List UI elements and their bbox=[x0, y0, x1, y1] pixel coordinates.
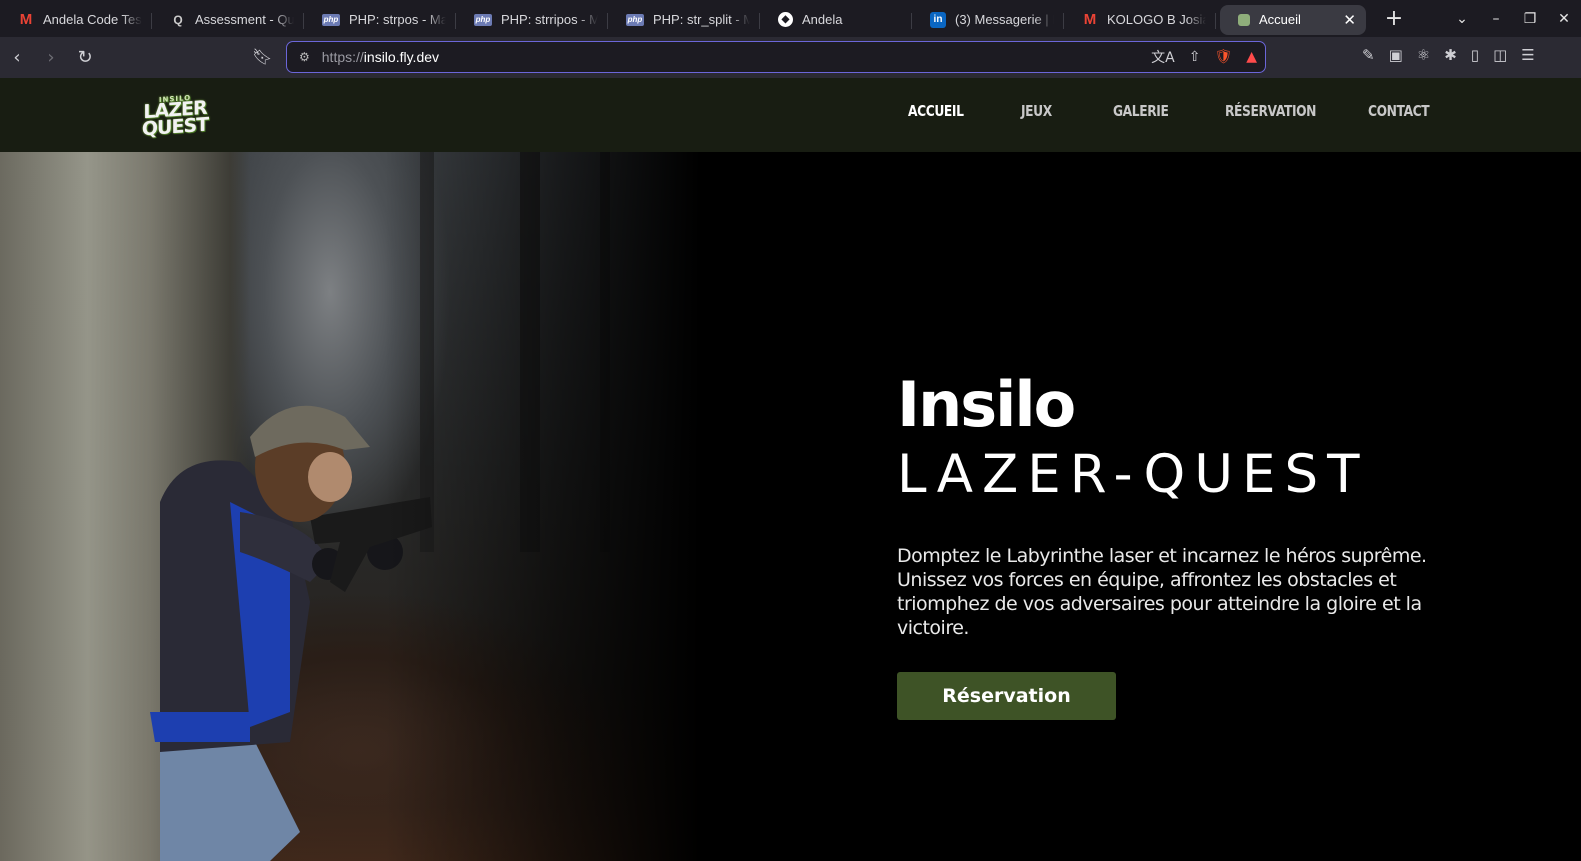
close-tab-icon[interactable]: ✕ bbox=[1343, 11, 1356, 29]
gmail-icon: M bbox=[19, 11, 33, 28]
site-info-icon[interactable]: ⚙ bbox=[299, 50, 310, 64]
tab-linkedin-messagerie[interactable]: in (3) Messagerie | Li bbox=[912, 5, 1064, 35]
tab-title: Andela bbox=[802, 12, 843, 27]
tab-accueil[interactable]: Accueil ✕ bbox=[1220, 4, 1366, 35]
andela-icon: ◆ bbox=[778, 12, 793, 27]
close-window-icon[interactable]: ✕ bbox=[1547, 11, 1581, 27]
tab-title: (3) Messagerie | Li bbox=[955, 12, 1054, 27]
hero-section: Insilo LAZER-QUEST Domptez le Labyrinthe… bbox=[0, 152, 1581, 861]
tab-title: Assessment - Qual bbox=[195, 12, 294, 27]
tab-php-strpos[interactable]: php PHP: strpos - Manu bbox=[304, 5, 456, 35]
browser-tab-strip: M Andela Code Test: Q Assessment - Qual … bbox=[0, 0, 1581, 37]
php-icon: php bbox=[474, 13, 492, 26]
extension-icon[interactable]: ▣ bbox=[1389, 46, 1403, 64]
new-tab-icon[interactable]: + bbox=[1384, 6, 1404, 31]
reload-icon[interactable]: ↻ bbox=[68, 47, 102, 68]
tab-php-str-split[interactable]: php PHP: str_split - Ma bbox=[608, 5, 760, 35]
url-text[interactable]: https://insilo.fly.dev bbox=[322, 49, 439, 65]
php-icon: php bbox=[322, 13, 340, 26]
reservation-button[interactable]: Réservation bbox=[897, 672, 1116, 721]
extensions-puzzle-icon[interactable]: ✱ bbox=[1444, 46, 1457, 64]
sidebar-icon[interactable]: ▯ bbox=[1471, 46, 1479, 64]
main-menu: ACCUEIL JEUX GALERIE RÉSERVATION CONTACT bbox=[908, 102, 1448, 120]
tab-title: PHP: strripos - Ma bbox=[501, 12, 598, 27]
site-favicon-icon bbox=[1238, 13, 1250, 26]
hero-text-block: Insilo LAZER-QUEST Domptez le Labyrinthe… bbox=[897, 368, 1497, 721]
tab-title: PHP: str_split - Ma bbox=[653, 12, 750, 27]
bookmark-icon[interactable]: 🔖︎ bbox=[252, 47, 272, 66]
extensions-row: ✎ ▣ ⚛ ✱ ▯ ◫ ☰ bbox=[1362, 46, 1535, 64]
tab-assessment[interactable]: Q Assessment - Qual bbox=[152, 5, 304, 35]
hero-subtitle: LAZER-QUEST bbox=[897, 444, 1369, 505]
wallet-icon[interactable]: ◫ bbox=[1493, 46, 1507, 64]
forward-icon[interactable]: › bbox=[34, 47, 68, 68]
nav-jeux[interactable]: JEUX bbox=[1021, 102, 1096, 120]
php-icon: php bbox=[626, 13, 644, 26]
qualified-icon: Q bbox=[173, 12, 183, 27]
brave-rewards-icon[interactable]: ▲ bbox=[1246, 49, 1257, 65]
gmail-icon: M bbox=[1083, 11, 1097, 28]
tab-list-chevron-down-icon[interactable]: ⌄ bbox=[1445, 11, 1479, 27]
share-icon[interactable]: ⇧ bbox=[1189, 49, 1201, 65]
brave-shields-icon[interactable]: 🛡︎ bbox=[1214, 49, 1232, 65]
nav-contact[interactable]: CONTACT bbox=[1368, 102, 1434, 120]
menu-icon[interactable]: ☰ bbox=[1521, 46, 1534, 64]
site-navbar: INSILO LAZER QUEST ACCUEIL JEUX GALERIE … bbox=[0, 78, 1581, 152]
linkedin-icon: in bbox=[930, 11, 946, 28]
browser-toolbar: ‹ › ↻ 🔖︎ ⚙ https://insilo.fly.dev 文A ⇧ 🛡… bbox=[0, 37, 1581, 78]
hero-photo bbox=[0, 152, 700, 861]
tab-title: Accueil bbox=[1259, 12, 1301, 27]
hero-title: Insilo bbox=[897, 368, 1076, 441]
restore-icon[interactable]: ❐ bbox=[1513, 11, 1547, 27]
translate-icon[interactable]: 文A bbox=[1151, 47, 1175, 67]
window-controls: ⌄ – ❐ ✕ bbox=[1445, 0, 1581, 37]
tab-andela[interactable]: ◆ Andela bbox=[760, 5, 912, 35]
tab-title: PHP: strpos - Manu bbox=[349, 12, 446, 27]
tab-title: Andela Code Test: bbox=[43, 12, 142, 27]
nav-galerie[interactable]: GALERIE bbox=[1113, 102, 1205, 120]
logo-line2: QUEST bbox=[141, 113, 209, 141]
tab-title: KOLOGO B Josias bbox=[1107, 12, 1206, 27]
address-bar-tools: 文A ⇧ 🛡︎ ▲ bbox=[1151, 47, 1257, 67]
hero-description: Domptez le Labyrinthe laser et incarnez … bbox=[897, 545, 1427, 640]
extension-icon[interactable]: ✎ bbox=[1362, 46, 1375, 64]
site-logo[interactable]: INSILO LAZER QUEST bbox=[141, 83, 209, 149]
address-bar[interactable]: ⚙ https://insilo.fly.dev 文A ⇧ 🛡︎ ▲ bbox=[286, 41, 1266, 73]
nav-accueil[interactable]: ACCUEIL bbox=[908, 102, 1001, 120]
tab-php-strripos[interactable]: php PHP: strripos - Ma bbox=[456, 5, 608, 35]
tab-kologo-josias[interactable]: M KOLOGO B Josias bbox=[1064, 5, 1216, 35]
url-host: insilo.fly.dev bbox=[363, 49, 440, 65]
minimize-icon[interactable]: – bbox=[1479, 11, 1513, 27]
url-scheme: https:// bbox=[321, 49, 364, 65]
photo-fade-overlay bbox=[0, 152, 700, 861]
nav-reservation[interactable]: RÉSERVATION bbox=[1225, 102, 1342, 120]
tab-andela-code-test[interactable]: M Andela Code Test: bbox=[0, 5, 152, 35]
extension-react-icon[interactable]: ⚛ bbox=[1417, 46, 1430, 64]
back-icon[interactable]: ‹ bbox=[0, 47, 34, 68]
